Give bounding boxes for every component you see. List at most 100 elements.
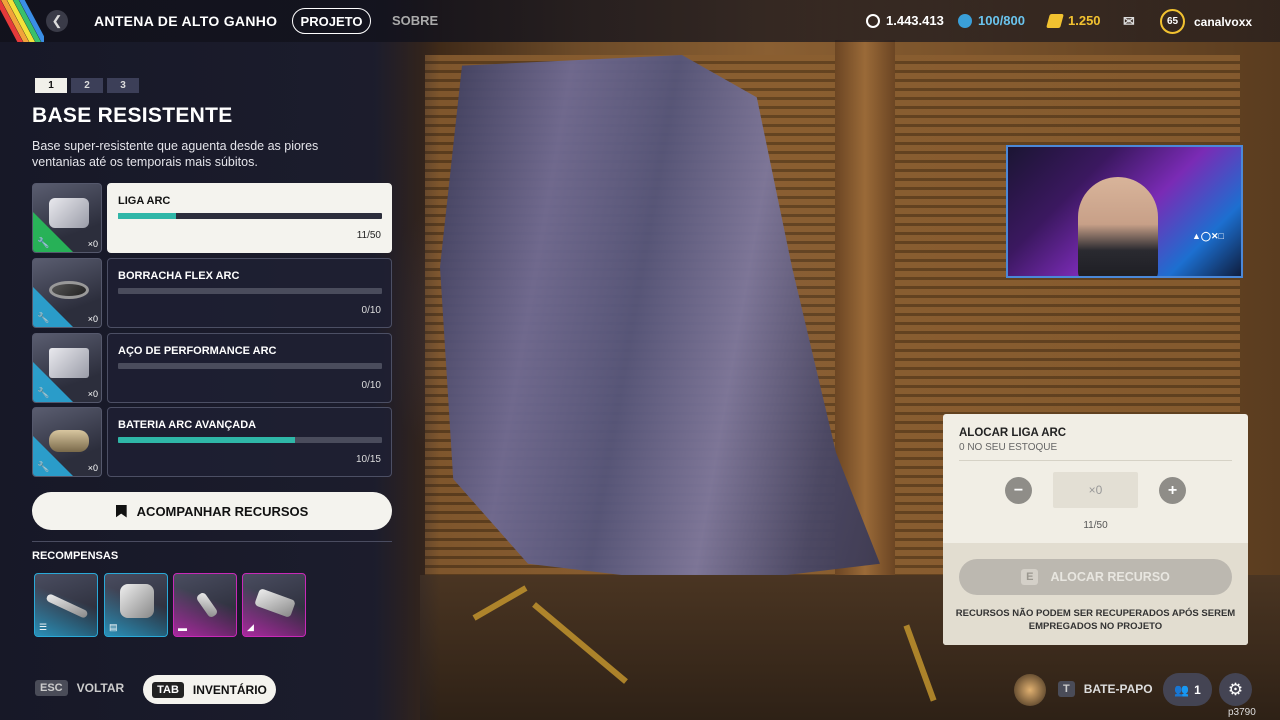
allocation-progress: 11/50	[1083, 520, 1108, 531]
resource-name: BATERIA ARC AVANÇADA	[118, 419, 257, 431]
playstation-logo: ▲◯✕□	[1192, 231, 1224, 241]
allocate-title: ALOCAR LIGA ARC	[959, 427, 1067, 439]
allocate-footer: E ALOCAR RECURSO RECURSOS NÃO PODEM SER …	[943, 543, 1248, 645]
player-level-badge[interactable]: 65	[1160, 9, 1185, 34]
gear-icon: ⚙	[1227, 679, 1244, 699]
reward-item[interactable]: ▤	[104, 573, 168, 637]
wrench-icon: 🔧	[37, 238, 50, 249]
party-button[interactable]: 👥 1	[1163, 673, 1212, 706]
resource-owned: ×0	[87, 314, 98, 324]
streamer-webcam-overlay: ▲◯✕□	[1006, 145, 1243, 278]
reward-item[interactable]: ☰	[34, 573, 98, 637]
credits-icon	[866, 13, 880, 28]
mail-icon: ✉	[1123, 13, 1135, 29]
wrench-icon: 🔧	[37, 462, 50, 473]
tokens-stat: 100/800	[958, 13, 1025, 28]
resource-card[interactable]: AÇO DE PERFORMANCE ARC 0/10	[107, 333, 392, 403]
allocate-resource-panel: ALOCAR LIGA ARC 0 NO SEU ESTOQUE − ×0 + …	[943, 414, 1248, 645]
resource-row[interactable]: 🔧 ×0 LIGA ARC 11/50	[32, 183, 392, 253]
esc-key: ESC	[35, 680, 68, 696]
resource-card[interactable]: BORRACHA FLEX ARC 0/10	[107, 258, 392, 328]
resource-name: BORRACHA FLEX ARC	[118, 270, 240, 282]
helmet-reward-icon	[120, 584, 154, 618]
inventory-button[interactable]: TAB INVENTÁRIO	[143, 675, 276, 704]
decrease-button[interactable]: −	[1005, 477, 1032, 504]
step-tab-3[interactable]: 3	[107, 78, 139, 93]
resource-progress-bar	[118, 363, 382, 369]
currency-stat: 1.250	[1046, 13, 1101, 28]
track-resources-button[interactable]: ACOMPANHAR RECURSOS	[32, 492, 392, 530]
brand-stripes	[0, 0, 44, 42]
chat-label: BATE-PAPO	[1083, 682, 1153, 696]
tokens-value: 100/800	[978, 13, 1025, 28]
e-key: E	[1021, 569, 1039, 585]
username[interactable]: canalvoxx	[1194, 15, 1252, 29]
resource-thumbnail: 🔧 ×0	[32, 258, 102, 328]
credits-value: 1.443.413	[886, 13, 944, 28]
resource-thumbnail: 🔧 ×0	[32, 407, 102, 477]
resource-count: 0/10	[361, 305, 381, 316]
resource-count: 10/15	[355, 454, 381, 465]
battery-item-icon	[49, 430, 89, 452]
wrench-icon: 🔧	[37, 313, 50, 324]
resource-owned: ×0	[87, 389, 98, 399]
inventory-label: INVENTÁRIO	[192, 682, 267, 697]
resource-card[interactable]: LIGA ARC 11/50	[107, 183, 392, 253]
tab-projeto[interactable]: PROJETO	[292, 8, 371, 34]
resource-thumbnail: 🔧 ×0	[32, 333, 102, 403]
wrench-icon: 🔧	[37, 388, 50, 399]
resource-name: LIGA ARC	[118, 195, 171, 207]
player-avatar[interactable]	[1014, 674, 1046, 706]
plus-icon: +	[1167, 481, 1178, 499]
clipboard-icon: ▤	[109, 622, 118, 632]
steel-block-item-icon	[49, 348, 89, 378]
rewards-heading: RECOMPENSAS	[32, 550, 119, 562]
users-icon: 👥	[1174, 682, 1190, 697]
back-hint[interactable]: ESC VOLTAR	[35, 680, 124, 696]
party-count: 1	[1194, 682, 1201, 697]
resource-count: 0/10	[361, 380, 381, 391]
project-stage-title: BASE RESISTENTE	[32, 104, 233, 127]
step-tab-2[interactable]: 2	[71, 78, 103, 93]
step-tab-1[interactable]: 1	[35, 78, 67, 93]
reward-item[interactable]: ▬	[173, 573, 237, 637]
allocate-resource-button[interactable]: E ALOCAR RECURSO	[959, 559, 1232, 595]
tag-icon: ◢	[247, 622, 254, 632]
project-step-selector: 1 2 3	[35, 78, 139, 93]
allocation-warning: RECURSOS NÃO PODEM SER RECUPERADOS APÓS …	[955, 608, 1236, 632]
resource-row[interactable]: 🔧 ×0 BATERIA ARC AVANÇADA 10/15	[32, 407, 392, 477]
resource-row[interactable]: 🔧 ×0 BORRACHA FLEX ARC 0/10	[32, 258, 392, 328]
resource-progress-bar	[118, 437, 382, 443]
list-icon: ☰	[39, 622, 48, 632]
chevron-left-icon: ❮	[51, 13, 63, 28]
streamer-video	[1078, 177, 1158, 276]
top-bar: ❮ ANTENA DE ALTO GANHO PROJETO SOBRE 1.4…	[0, 0, 1280, 42]
resource-progress-fill	[118, 213, 177, 219]
divider	[959, 460, 1232, 461]
mail-button[interactable]: ✉	[1123, 13, 1135, 30]
resource-thumbnail: 🔧 ×0	[32, 183, 102, 253]
project-stage-description: Base super-resistente que aguenta desde …	[32, 139, 319, 169]
resource-card[interactable]: BATERIA ARC AVANÇADA 10/15	[107, 407, 392, 477]
token-icon	[958, 13, 972, 28]
stock-count: 0 NO SEU ESTOQUE	[959, 442, 1058, 453]
settings-button[interactable]: ⚙	[1219, 673, 1252, 706]
quantity-input[interactable]: ×0	[1053, 472, 1138, 508]
t-key: T	[1058, 681, 1075, 697]
reward-item[interactable]: ◢	[242, 573, 306, 637]
chat-hint[interactable]: T BATE-PAPO	[1058, 681, 1153, 697]
tag-icon: ▬	[178, 623, 187, 633]
increase-button[interactable]: +	[1159, 477, 1186, 504]
resource-progress-fill	[118, 437, 295, 443]
credits-stat: 1.443.413	[866, 13, 944, 28]
page-title: ANTENA DE ALTO GANHO	[94, 13, 278, 29]
minus-icon: −	[1013, 481, 1024, 499]
rubber-ring-item-icon	[49, 281, 89, 299]
resource-owned: ×0	[87, 239, 98, 249]
session-id: p3790	[1228, 707, 1256, 718]
back-button[interactable]: ❮	[46, 10, 68, 32]
resource-row[interactable]: 🔧 ×0 AÇO DE PERFORMANCE ARC 0/10	[32, 333, 392, 403]
divider	[32, 541, 392, 542]
currency-icon	[1046, 13, 1064, 28]
tab-sobre[interactable]: SOBRE	[392, 13, 438, 28]
